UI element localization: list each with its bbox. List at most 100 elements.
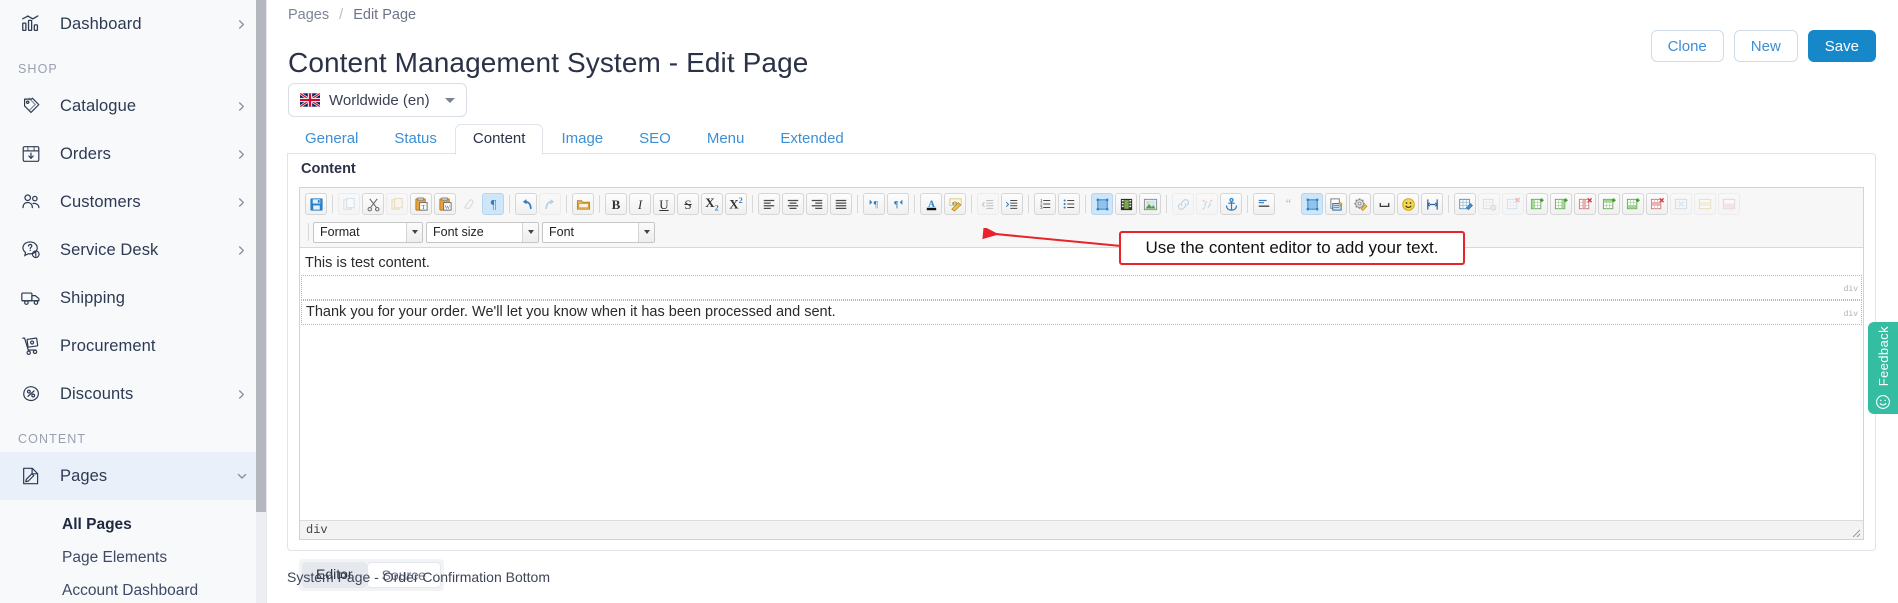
tab-status[interactable]: Status <box>376 124 455 154</box>
smiley-icon[interactable] <box>1397 193 1419 215</box>
tab-menu[interactable]: Menu <box>689 124 763 154</box>
show-blocks-icon[interactable]: ¶ <box>482 193 504 215</box>
paste-word-icon[interactable]: W <box>434 193 456 215</box>
format-select-value: Format <box>314 225 406 239</box>
content-block-1[interactable]: This is test content. <box>301 252 1862 275</box>
text-color-icon[interactable]: A <box>920 193 942 215</box>
redo-icon[interactable] <box>539 193 561 215</box>
video-icon[interactable] <box>1115 193 1137 215</box>
editor-resize-grip[interactable] <box>1849 525 1861 537</box>
insert-column-left-icon[interactable] <box>1526 193 1548 215</box>
font-size-select-value: Font size <box>427 225 522 239</box>
paste-text-icon[interactable]: T <box>410 193 432 215</box>
font-select[interactable]: Font <box>542 222 655 243</box>
sidebar-item-discounts[interactable]: Discounts <box>0 370 266 418</box>
delete-table-icon[interactable] <box>1502 193 1524 215</box>
ltr-icon[interactable]: ¶ <box>863 193 885 215</box>
clone-button[interactable]: Clone <box>1651 30 1724 62</box>
format-select[interactable]: Format <box>313 222 423 243</box>
bold-icon[interactable]: B <box>605 193 627 215</box>
table-icon[interactable] <box>1454 193 1476 215</box>
chevron-right-icon <box>236 197 248 208</box>
feedback-label: Feedback <box>1876 326 1891 386</box>
sidebar-scrollbar-track[interactable] <box>256 0 266 603</box>
tab-general[interactable]: General <box>287 124 376 154</box>
sidebar-subitem-page-elements[interactable]: Page Elements <box>0 541 266 574</box>
content-block-3[interactable]: Thank you for your order. We'll let you … <box>301 300 1862 325</box>
sidebar-item-dashboard[interactable]: Dashboard <box>0 0 266 48</box>
outdent-icon[interactable] <box>977 193 999 215</box>
bg-color-icon[interactable]: ab <box>944 193 966 215</box>
content-block-2[interactable]: div <box>301 275 1862 300</box>
align-left-icon[interactable] <box>758 193 780 215</box>
sidebar-subitem-account-dashboard[interactable]: Account Dashboard <box>0 574 266 603</box>
insert-row-before-icon[interactable] <box>1598 193 1620 215</box>
svg-text:“: “ <box>1285 197 1290 210</box>
insert-column-right-icon[interactable] <box>1550 193 1572 215</box>
align-right-icon[interactable] <box>806 193 828 215</box>
indent-icon[interactable] <box>1001 193 1023 215</box>
nbsp-icon[interactable] <box>1373 193 1395 215</box>
new-page-icon[interactable] <box>338 193 360 215</box>
new-button[interactable]: New <box>1734 30 1798 62</box>
truck-icon <box>18 285 44 311</box>
justify-icon[interactable] <box>830 193 852 215</box>
rtl-icon[interactable]: ¶ <box>887 193 909 215</box>
templates-icon[interactable] <box>572 193 594 215</box>
copy-icon[interactable] <box>386 193 408 215</box>
editor-content-area[interactable]: This is test content. div Thank you for … <box>300 248 1863 520</box>
feedback-tab[interactable]: Feedback <box>1868 322 1898 414</box>
numbered-list-icon[interactable]: 123 <box>1034 193 1056 215</box>
tab-content[interactable]: Content <box>455 124 544 155</box>
horizontal-rule-icon[interactable] <box>1253 193 1275 215</box>
split-cell-vertical-icon[interactable] <box>1718 193 1740 215</box>
anchor-icon[interactable] <box>1220 193 1242 215</box>
bulleted-list-icon[interactable] <box>1058 193 1080 215</box>
sidebar-item-label: Dashboard <box>60 15 236 34</box>
cut-icon[interactable] <box>362 193 384 215</box>
superscript-icon[interactable]: X2 <box>725 193 747 215</box>
sidebar-item-orders[interactable]: Orders <box>0 130 266 178</box>
insert-row-after-icon[interactable] <box>1622 193 1644 215</box>
language-selector[interactable]: Worldwide (en) <box>288 83 467 117</box>
subscript-icon[interactable]: X2 <box>701 193 723 215</box>
strikethrough-icon[interactable]: S <box>677 193 699 215</box>
save-icon[interactable] <box>305 193 327 215</box>
delete-row-icon[interactable] <box>1646 193 1668 215</box>
page-break-icon[interactable] <box>1325 193 1347 215</box>
save-button[interactable]: Save <box>1808 30 1876 62</box>
sidebar-item-catalogue[interactable]: Catalogue <box>0 82 266 130</box>
split-icon[interactable] <box>1421 193 1443 215</box>
sidebar-item-service-desk[interactable]: Service Desk <box>0 226 266 274</box>
sidebar-subitem-all-pages[interactable]: All Pages <box>0 508 266 541</box>
undo-icon[interactable] <box>515 193 537 215</box>
italic-icon[interactable]: I <box>629 193 651 215</box>
image-icon[interactable] <box>1139 193 1161 215</box>
tab-seo[interactable]: SEO <box>621 124 689 154</box>
sidebar-scrollbar-thumb[interactable] <box>256 0 266 512</box>
flash-icon[interactable] <box>1091 193 1113 215</box>
tab-image[interactable]: Image <box>543 124 621 154</box>
settings-icon[interactable] <box>1349 193 1371 215</box>
delete-column-icon[interactable] <box>1574 193 1596 215</box>
font-size-select[interactable]: Font size <box>426 222 539 243</box>
sidebar-item-procurement[interactable]: Procurement <box>0 322 266 370</box>
page-edit-icon <box>18 463 44 489</box>
merge-cells-icon[interactable] <box>1670 193 1692 215</box>
element-path-item[interactable]: div <box>306 523 328 537</box>
align-center-icon[interactable] <box>782 193 804 215</box>
blockquote-icon[interactable]: “ <box>1277 193 1299 215</box>
sidebar-item-shipping[interactable]: Shipping <box>0 274 266 322</box>
sidebar-item-pages[interactable]: Pages <box>0 452 266 500</box>
split-cell-horizontal-icon[interactable] <box>1694 193 1716 215</box>
toolbar-separator <box>308 223 309 241</box>
underline-icon[interactable]: U <box>653 193 675 215</box>
sidebar-item-customers[interactable]: Customers <box>0 178 266 226</box>
unlink-icon[interactable] <box>1196 193 1218 215</box>
table-properties-icon[interactable] <box>1478 193 1500 215</box>
iframe-icon[interactable] <box>1301 193 1323 215</box>
link-icon[interactable] <box>1172 193 1194 215</box>
tab-extended[interactable]: Extended <box>762 124 861 154</box>
breadcrumb-parent[interactable]: Pages <box>288 7 329 23</box>
eraser-icon[interactable] <box>458 193 480 215</box>
